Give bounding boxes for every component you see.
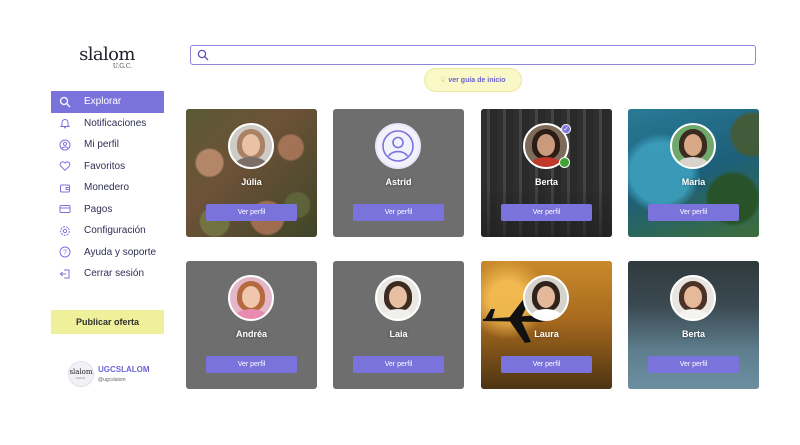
view-profile-button[interactable]: Ver perfil — [353, 356, 444, 373]
help-icon: ? — [59, 246, 71, 258]
sidebar-item-label: Monedero — [84, 182, 130, 194]
view-profile-button[interactable]: Ver perfil — [206, 204, 297, 221]
creator-card: Berta Ver perfil — [628, 261, 759, 389]
sidebar-item-label: Cerrar sesión — [84, 268, 145, 280]
avatar — [228, 275, 274, 321]
creator-name: Astrid — [385, 177, 412, 187]
start-guide-label: ver guía de inicio — [448, 76, 506, 84]
sidebar-nav: Explorar Notificaciones Mi perfil Favori… — [51, 91, 164, 285]
creator-card: Andréa Ver perfil — [186, 261, 317, 389]
avatar — [670, 275, 716, 321]
sidebar-item-monedero[interactable]: Monedero — [51, 177, 164, 199]
sidebar-item-favoritos[interactable]: Favoritos — [51, 156, 164, 178]
creator-name: Berta — [534, 177, 558, 187]
sidebar-item-label: Explorar — [84, 96, 122, 108]
view-profile-button[interactable]: Ver perfil — [501, 356, 592, 373]
avatar: slalom U.G.C. — [68, 361, 94, 387]
avatar-brand-subtitle: U.G.C. — [76, 375, 86, 380]
heart-icon — [59, 161, 71, 172]
user-circle-icon — [59, 139, 71, 151]
sidebar-item-ayuda[interactable]: ? Ayuda y soporte — [51, 242, 164, 264]
sidebar-item-mi-perfil[interactable]: Mi perfil — [51, 134, 164, 156]
sidebar-item-label: Favoritos — [84, 160, 126, 172]
creator-name: Júlia — [241, 177, 262, 187]
credit-card-icon — [59, 205, 71, 214]
view-profile-button[interactable]: Ver perfil — [648, 204, 739, 221]
avatar — [228, 123, 274, 169]
sidebar-item-cerrar-sesion[interactable]: Cerrar sesión — [51, 263, 164, 285]
creator-card: Laia Ver perfil — [333, 261, 464, 389]
wallet-icon — [60, 184, 70, 193]
creator-name: Laia — [389, 329, 408, 339]
creator-card: Maria Ver perfil — [628, 109, 759, 237]
verified-badge-icon: ✓ — [561, 124, 571, 134]
bell-icon — [59, 119, 71, 129]
search-icon — [197, 49, 209, 61]
search-bar — [190, 45, 756, 65]
sidebar-item-pagos[interactable]: Pagos — [51, 199, 164, 221]
account-profile[interactable]: slalom U.G.C. UGCSLALOM @ugcslalom — [68, 361, 150, 387]
creator-card: Laura Ver perfil — [481, 261, 612, 389]
sidebar-item-label: Configuración — [84, 225, 146, 237]
svg-text:?: ? — [63, 250, 67, 257]
creator-name: Maria — [681, 177, 706, 187]
view-profile-button[interactable]: Ver perfil — [501, 204, 592, 221]
sidebar-item-label: Notificaciones — [84, 117, 147, 129]
search-icon — [59, 96, 71, 108]
brand-logo: slalom U.G.C. — [72, 44, 142, 71]
search-input[interactable] — [215, 47, 755, 63]
creator-name: Berta — [681, 329, 705, 339]
gear-icon — [60, 225, 70, 236]
creator-card: Júlia Ver perfil — [186, 109, 317, 237]
creator-name: Andréa — [235, 329, 267, 339]
online-status-icon — [559, 157, 570, 168]
sidebar-item-label: Ayuda y soporte — [84, 246, 157, 258]
creator-card: ✓ Berta Ver perfil — [481, 109, 612, 237]
sidebar-item-notificaciones[interactable]: Notificaciones — [51, 113, 164, 135]
account-name: UGCSLALOM — [98, 365, 150, 374]
brand-name: slalom — [79, 44, 135, 65]
logout-icon — [59, 269, 70, 279]
sidebar-item-explorar[interactable]: Explorar — [51, 91, 164, 113]
avatar — [523, 275, 569, 321]
creator-card: Astrid Ver perfil — [333, 109, 464, 237]
start-guide-button[interactable]: ☟ ver guía de inicio — [424, 68, 522, 92]
publish-offer-button[interactable]: Publicar oferta — [51, 310, 164, 334]
view-profile-button[interactable]: Ver perfil — [206, 356, 297, 373]
avatar — [375, 123, 421, 169]
user-placeholder-icon — [382, 130, 414, 162]
avatar — [375, 275, 421, 321]
sidebar-item-label: Mi perfil — [84, 139, 120, 151]
avatar-brand-name: slalom — [69, 367, 93, 376]
avatar — [670, 123, 716, 169]
view-profile-button[interactable]: Ver perfil — [353, 204, 444, 221]
sidebar-item-label: Pagos — [84, 203, 113, 215]
account-handle: @ugcslalom — [98, 377, 126, 383]
pointing-hand-icon: ☟ — [440, 75, 446, 85]
view-profile-button[interactable]: Ver perfil — [648, 356, 739, 373]
creator-name: Laura — [534, 329, 559, 339]
sidebar-item-configuracion[interactable]: Configuración — [51, 220, 164, 242]
